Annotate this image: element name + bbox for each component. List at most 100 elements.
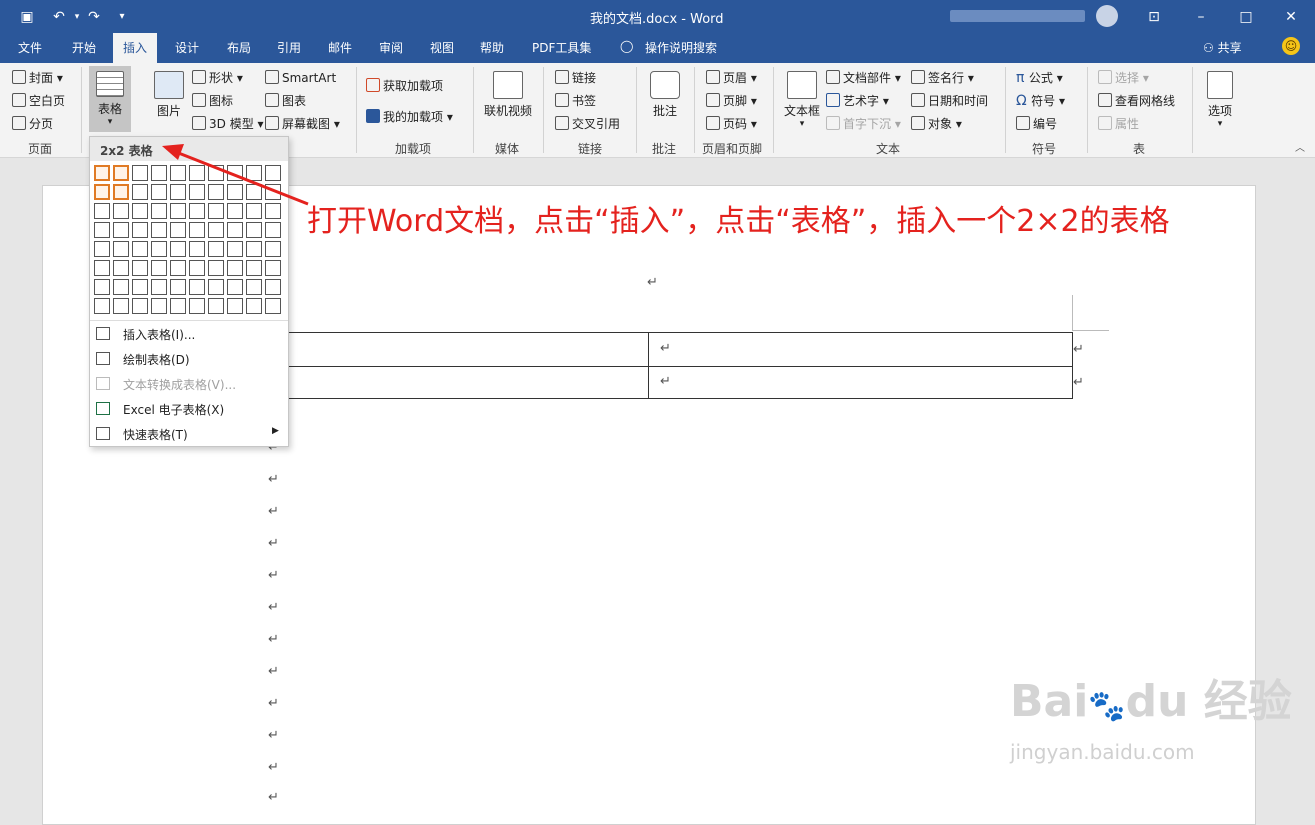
bookmark-button[interactable]: 书签: [555, 93, 596, 109]
grid-cell[interactable]: [151, 279, 167, 295]
grid-cell[interactable]: [132, 184, 148, 200]
customize-qat-icon[interactable]: ▾: [113, 8, 131, 26]
options-button[interactable]: 选项 ▾: [1202, 71, 1238, 129]
signature-line-button[interactable]: 签名行 ▾: [911, 70, 974, 86]
get-addins-button[interactable]: 获取加载项: [366, 78, 443, 94]
object-button[interactable]: 对象 ▾: [911, 116, 962, 132]
grid-cell[interactable]: [132, 222, 148, 238]
tab-view[interactable]: 视图: [430, 39, 454, 56]
undo-icon[interactable]: ↶: [50, 8, 68, 26]
minimize-icon[interactable]: –: [1192, 8, 1210, 26]
avatar[interactable]: [1096, 5, 1118, 27]
undo-dropdown-icon[interactable]: ▾: [68, 8, 86, 26]
grid-cell[interactable]: [94, 203, 110, 219]
grid-cell[interactable]: [151, 260, 167, 276]
cover-page-button[interactable]: 封面 ▾: [12, 70, 63, 86]
text-box-button[interactable]: 文本框 ▾: [782, 71, 822, 129]
number-button[interactable]: 编号: [1016, 116, 1057, 132]
grid-cell[interactable]: [94, 184, 110, 200]
grid-cell[interactable]: [151, 222, 167, 238]
redo-icon[interactable]: ↷: [85, 8, 103, 26]
grid-cell[interactable]: [132, 241, 148, 257]
grid-cell[interactable]: [208, 222, 224, 238]
grid-cell[interactable]: [170, 241, 186, 257]
grid-cell[interactable]: [151, 241, 167, 257]
wordart-button[interactable]: 艺术字 ▾: [826, 93, 889, 109]
tab-file[interactable]: 文件: [18, 39, 42, 56]
grid-cell[interactable]: [246, 298, 262, 314]
save-icon[interactable]: ▣: [18, 8, 36, 26]
grid-cell[interactable]: [227, 222, 243, 238]
picture-button[interactable]: 图片: [152, 71, 186, 119]
header-button[interactable]: 页眉 ▾: [706, 70, 757, 86]
grid-cell[interactable]: [170, 279, 186, 295]
footer-button[interactable]: 页脚 ▾: [706, 93, 757, 109]
grid-cell[interactable]: [208, 279, 224, 295]
grid-cell[interactable]: [113, 260, 129, 276]
view-gridlines-button[interactable]: 查看网格线: [1098, 93, 1175, 109]
blank-page-button[interactable]: 空白页: [12, 93, 65, 109]
tell-me-search[interactable]: 操作说明搜索: [645, 39, 717, 56]
shapes-button[interactable]: 形状 ▾: [192, 70, 243, 86]
page-number-button[interactable]: 页码 ▾: [706, 116, 757, 132]
tab-home[interactable]: 开始: [72, 39, 96, 56]
grid-cell[interactable]: [94, 222, 110, 238]
grid-cell[interactable]: [94, 241, 110, 257]
my-addins-button[interactable]: 我的加载项 ▾: [366, 109, 453, 125]
grid-cell[interactable]: [208, 298, 224, 314]
grid-cell[interactable]: [113, 165, 129, 181]
grid-cell[interactable]: [170, 298, 186, 314]
grid-cell[interactable]: [227, 279, 243, 295]
grid-cell[interactable]: [113, 279, 129, 295]
share-button[interactable]: ⚇ 共享: [1203, 39, 1242, 56]
tab-help[interactable]: 帮助: [480, 39, 504, 56]
grid-cell[interactable]: [132, 298, 148, 314]
new-comment-button[interactable]: 批注: [648, 71, 682, 119]
smiley-feedback-icon[interactable]: ☺: [1282, 37, 1300, 55]
grid-cell[interactable]: [132, 279, 148, 295]
tab-layout[interactable]: 布局: [227, 39, 251, 56]
ribbon-display-icon[interactable]: ⊡: [1145, 8, 1163, 26]
grid-cell[interactable]: [94, 298, 110, 314]
grid-cell[interactable]: [265, 279, 281, 295]
grid-cell[interactable]: [246, 279, 262, 295]
quick-parts-button[interactable]: 文档部件 ▾: [826, 70, 901, 86]
grid-cell[interactable]: [170, 260, 186, 276]
grid-cell[interactable]: [132, 260, 148, 276]
cross-reference-button[interactable]: 交叉引用: [555, 116, 620, 132]
inserted-table[interactable]: ↵ ↵: [287, 332, 1073, 399]
grid-cell[interactable]: [113, 222, 129, 238]
grid-cell[interactable]: [208, 260, 224, 276]
icons-button[interactable]: 图标: [192, 93, 233, 109]
grid-cell[interactable]: [113, 184, 129, 200]
grid-cell[interactable]: [132, 165, 148, 181]
grid-cell[interactable]: [227, 298, 243, 314]
excel-spreadsheet-item[interactable]: Excel 电子表格(X): [90, 398, 288, 420]
online-video-button[interactable]: 联机视频: [482, 71, 534, 119]
table-button[interactable]: 表格 ▾: [89, 66, 131, 132]
equation-button[interactable]: π 公式 ▾: [1016, 70, 1063, 86]
tab-mailings[interactable]: 邮件: [328, 39, 352, 56]
grid-cell[interactable]: [227, 260, 243, 276]
grid-cell[interactable]: [265, 298, 281, 314]
quick-tables-item[interactable]: 快速表格(T) ▶: [90, 423, 288, 445]
grid-cell[interactable]: [113, 298, 129, 314]
grid-cell[interactable]: [189, 222, 205, 238]
close-icon[interactable]: ✕: [1282, 8, 1300, 26]
grid-cell[interactable]: [94, 260, 110, 276]
grid-cell[interactable]: [113, 203, 129, 219]
grid-cell[interactable]: [265, 222, 281, 238]
maximize-icon[interactable]: □: [1237, 8, 1255, 26]
symbol-button[interactable]: Ω 符号 ▾: [1016, 93, 1065, 109]
grid-cell[interactable]: [246, 241, 262, 257]
grid-cell[interactable]: [189, 241, 205, 257]
grid-cell[interactable]: [189, 279, 205, 295]
link-button[interactable]: 链接: [555, 70, 596, 86]
grid-cell[interactable]: [246, 260, 262, 276]
grid-cell[interactable]: [265, 241, 281, 257]
tab-references[interactable]: 引用: [277, 39, 301, 56]
collapse-ribbon-icon[interactable]: ︿: [1295, 141, 1305, 157]
grid-cell[interactable]: [265, 260, 281, 276]
insert-table-item[interactable]: 插入表格(I)...: [90, 323, 288, 345]
grid-cell[interactable]: [208, 241, 224, 257]
